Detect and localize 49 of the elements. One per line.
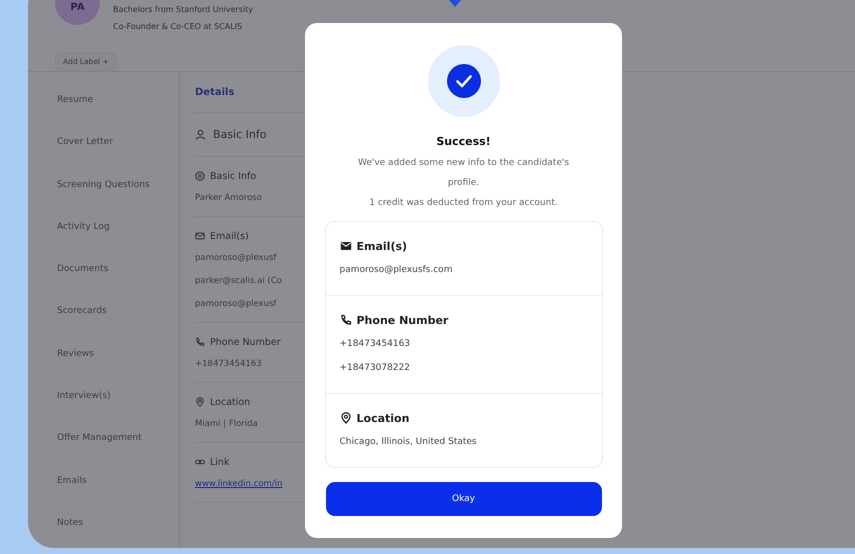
- field-label: Phone Number: [210, 336, 281, 348]
- field-label: Basic Info: [210, 170, 256, 182]
- sidebar-item[interactable]: Documents: [28, 248, 179, 290]
- badge-icon: [195, 171, 205, 181]
- location-pin-icon: [340, 412, 352, 424]
- field-value: +18473454163: [340, 338, 410, 351]
- details-tab[interactable]: Details: [195, 86, 234, 98]
- field-value: +18473078222: [340, 362, 410, 375]
- field-value: pamoroso@plexusf: [195, 298, 276, 311]
- phone-icon: [340, 314, 352, 326]
- field-label: Email(s): [210, 230, 249, 242]
- okay-button[interactable]: Okay: [326, 482, 602, 516]
- sidebar-item[interactable]: Scorecards: [28, 290, 179, 333]
- field-value: Parker Amoroso: [195, 192, 262, 205]
- education-text: Bachelors from Stanford University: [113, 4, 254, 16]
- field-label: Phone Number: [356, 314, 448, 326]
- field-label: Link: [210, 456, 230, 468]
- field-value: pamoroso@plexusf: [195, 252, 276, 265]
- field-label: Location: [356, 412, 410, 424]
- sidebar-item[interactable]: Notes: [28, 502, 179, 544]
- sidebar-item[interactable]: Offer Management: [28, 417, 179, 460]
- sidebar-item[interactable]: Screening Questions: [28, 164, 179, 206]
- phone-icon: [195, 337, 205, 347]
- position-text: Co-Founder & Co-CEO at SCALIS: [113, 21, 242, 33]
- dialog-message: We've added some new info to the candidate's profile.: [356, 157, 570, 190]
- sidebar-item[interactable]: Activity Log: [28, 206, 179, 248]
- location-pin-icon: [195, 397, 205, 407]
- sidebar-item[interactable]: Resume: [28, 79, 179, 122]
- mail-icon: [340, 240, 352, 252]
- sidebar-item[interactable]: Emails: [28, 460, 179, 502]
- field-label: Email(s): [356, 240, 408, 252]
- mail-icon: [195, 231, 205, 241]
- profile-link[interactable]: www.linkedin.com/in: [195, 473, 282, 496]
- field-value: pamoroso@plexusfs.com: [340, 264, 452, 277]
- field-label: Location: [210, 396, 250, 408]
- field-value: Miami | Florida: [195, 418, 258, 431]
- dialog-message: 1 credit was deducted from your account.: [369, 197, 558, 210]
- marker-icon: [448, 0, 462, 7]
- avatar: PA: [55, 0, 100, 25]
- sidebar-item[interactable]: Reviews: [28, 332, 179, 376]
- link-icon: [195, 457, 205, 467]
- field-value: +18473454163: [195, 358, 262, 371]
- person-icon: [195, 129, 206, 140]
- section-heading: Basic Info: [213, 128, 266, 141]
- dialog-title: Success!: [436, 135, 491, 148]
- field-value: parker@scalis.ai (Co: [195, 275, 282, 288]
- sidebar-item[interactable]: Interview(s): [28, 375, 179, 418]
- field-value: Chicago, Illinois, United States: [340, 436, 477, 449]
- sidebar-item[interactable]: Cover Letter: [28, 121, 179, 164]
